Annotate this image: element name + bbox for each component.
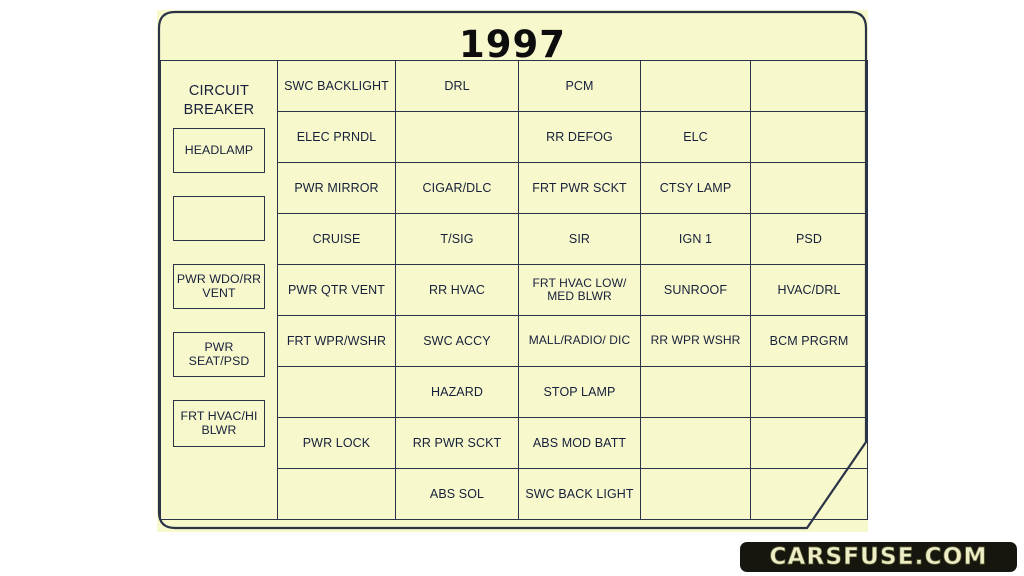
fuse-cell[interactable] xyxy=(640,366,751,418)
fuse-cell[interactable] xyxy=(395,111,519,163)
fuse-cell[interactable] xyxy=(750,468,868,520)
fuse-cell[interactable] xyxy=(750,366,868,418)
fuse-cell[interactable]: CRUISE xyxy=(277,213,396,265)
fuse-cell[interactable]: CTSY LAMP xyxy=(640,162,751,214)
circuit-breaker-heading: CIRCUIT BREAKER xyxy=(163,63,275,120)
fuse-cell[interactable]: RR HVAC xyxy=(395,264,519,316)
fuse-cell[interactable] xyxy=(640,468,751,520)
watermark-text: CARSFUSE.COM xyxy=(769,543,988,570)
fuse-cell[interactable]: FRT WPR/WSHR xyxy=(277,315,396,367)
fuse-cell[interactable]: RR PWR SCKT xyxy=(395,417,519,469)
fuse-cell[interactable] xyxy=(277,366,396,418)
fuse-cell[interactable] xyxy=(750,162,868,214)
fuse-cell[interactable]: MALL/RADIO/ DIC xyxy=(518,315,641,367)
fuse-cell[interactable]: SWC ACCY xyxy=(395,315,519,367)
fuse-cell[interactable]: SIR xyxy=(518,213,641,265)
circuit-breaker-box-pwr-seat-psd[interactable]: PWR SEAT/PSD xyxy=(173,331,265,377)
fuse-cell[interactable]: SUNROOF xyxy=(640,264,751,316)
circuit-breaker-box-pwr-wdo-rr-vent[interactable]: PWR WDO/RR VENT xyxy=(173,263,265,309)
fuse-grid: CIRCUIT BREAKER HEADLAMP PWR WDO/RR VENT… xyxy=(160,60,868,520)
fuse-cell[interactable]: ELEC PRNDL xyxy=(277,111,396,163)
fuse-cell[interactable]: T/SIG xyxy=(395,213,519,265)
fuse-cell[interactable] xyxy=(750,60,868,112)
fuse-cell[interactable] xyxy=(640,417,751,469)
fuse-cell[interactable]: RR DEFOG xyxy=(518,111,641,163)
fuse-cell[interactable]: PWR MIRROR xyxy=(277,162,396,214)
fuse-cell[interactable] xyxy=(750,417,868,469)
fuse-cell[interactable] xyxy=(750,111,868,163)
fuse-cell[interactable]: BCM PRGRM xyxy=(750,315,868,367)
fuse-cell[interactable]: FRT HVAC LOW/ MED BLWR xyxy=(518,264,641,316)
circuit-breaker-cell: CIRCUIT BREAKER HEADLAMP PWR WDO/RR VENT… xyxy=(160,60,278,520)
fuse-cell[interactable]: PSD xyxy=(750,213,868,265)
circuit-breaker-box-list: HEADLAMP PWR WDO/RR VENT PWR SEAT/PSD FR… xyxy=(163,127,275,447)
circuit-breaker-heading-line2: BREAKER xyxy=(183,101,255,118)
fuse-cell[interactable]: HAZARD xyxy=(395,366,519,418)
fuse-cell[interactable]: PWR LOCK xyxy=(277,417,396,469)
circuit-breaker-heading-line1: CIRCUIT xyxy=(188,83,250,99)
page-title: 1997 xyxy=(459,23,566,66)
fuse-cell[interactable]: CIGAR/DLC xyxy=(395,162,519,214)
fuse-box-panel: 1997 CIRCUIT BREAKER HEADLAMP PWR WDO/RR… xyxy=(157,10,868,532)
fuse-cell[interactable]: PWR QTR VENT xyxy=(277,264,396,316)
fuse-cell[interactable]: PCM xyxy=(518,60,641,112)
watermark: CARSFUSE.COM xyxy=(740,542,1017,572)
fuse-cell[interactable]: ELC xyxy=(640,111,751,163)
fuse-cell[interactable]: HVAC/DRL xyxy=(750,264,868,316)
fuse-cell[interactable]: DRL xyxy=(395,60,519,112)
fuse-cell[interactable]: IGN 1 xyxy=(640,213,751,265)
fuse-cell[interactable]: ABS SOL xyxy=(395,468,519,520)
fuse-cell[interactable]: SWC BACKLIGHT xyxy=(277,60,396,112)
fuse-cell[interactable]: ABS MOD BATT xyxy=(518,417,641,469)
fuse-cell[interactable]: SWC BACK LIGHT xyxy=(518,468,641,520)
fuse-cell[interactable]: FRT PWR SCKT xyxy=(518,162,641,214)
circuit-breaker-box-empty[interactable] xyxy=(173,195,265,241)
fuse-cell[interactable] xyxy=(640,60,751,112)
table-row: CIRCUIT BREAKER HEADLAMP PWR WDO/RR VENT… xyxy=(160,60,868,520)
fuse-cell[interactable] xyxy=(277,468,396,520)
fuse-cell[interactable]: RR WPR WSHR xyxy=(640,315,751,367)
circuit-breaker-box-frt-hvac-hi-blwr[interactable]: FRT HVAC/HI BLWR xyxy=(173,399,265,447)
fuse-cell[interactable]: STOP LAMP xyxy=(518,366,641,418)
circuit-breaker-box-headlamp[interactable]: HEADLAMP xyxy=(173,127,265,173)
